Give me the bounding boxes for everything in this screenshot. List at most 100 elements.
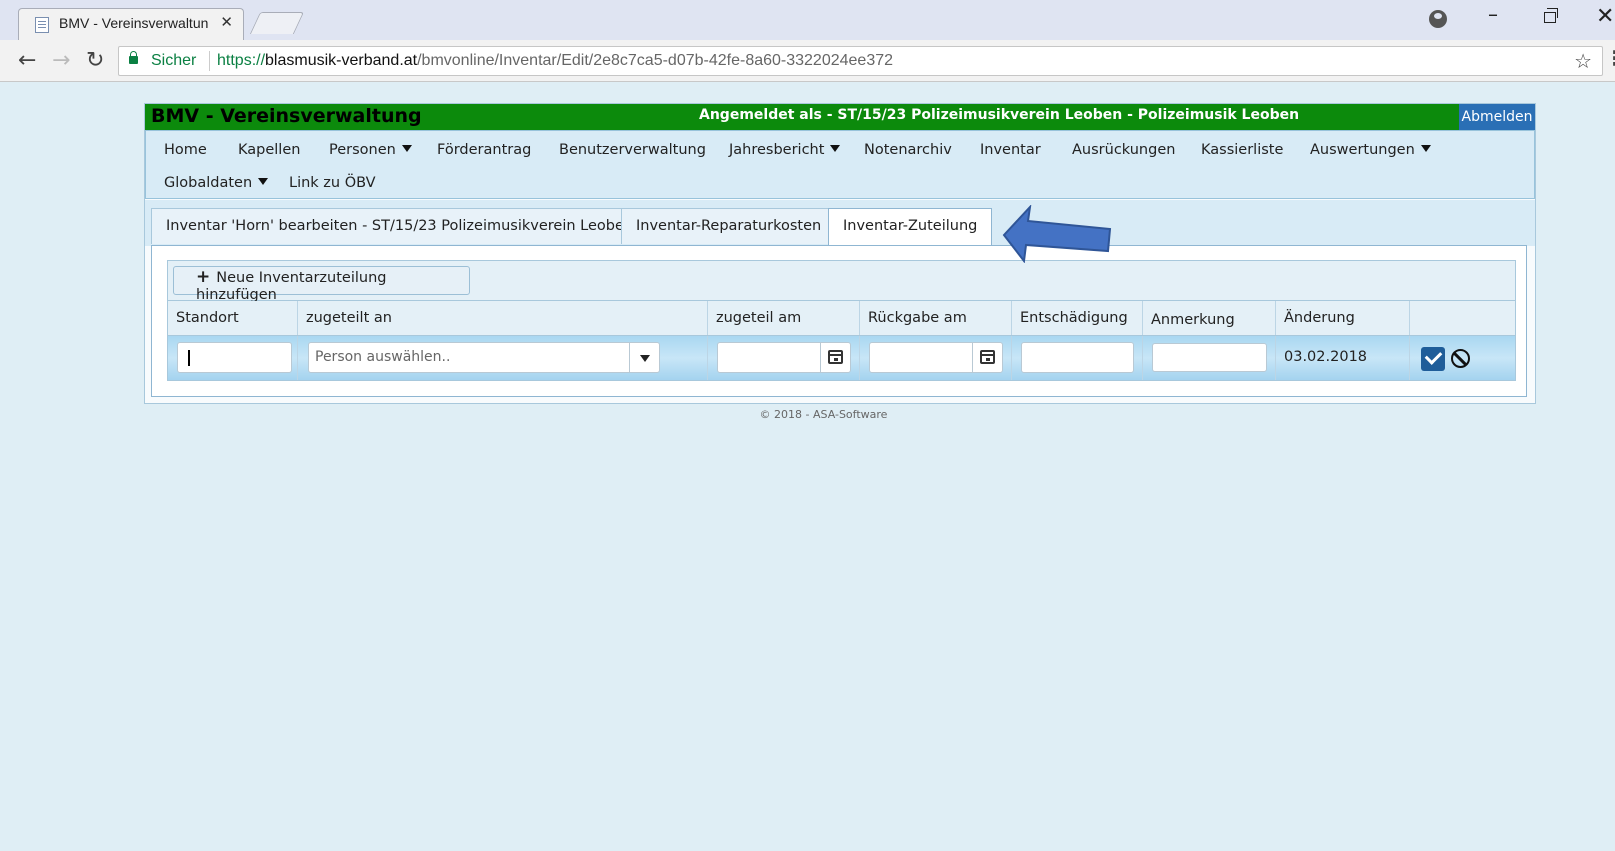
- nav-label: Ausrückungen: [1072, 142, 1176, 158]
- column-header-rueckgabe-am[interactable]: Rückgabe am: [860, 301, 1012, 335]
- nav-item-link-oebv[interactable]: Link zu ÖBV: [289, 175, 376, 191]
- chevron-down-icon: [401, 145, 412, 152]
- column-header-entschaedigung[interactable]: Entschädigung: [1012, 301, 1143, 335]
- browser-tab-title: BMV - Vereinsverwaltung: [59, 15, 209, 31]
- nav-item-personen[interactable]: Personen: [329, 142, 412, 158]
- tab-label: Inventar-Zuteilung: [843, 218, 978, 234]
- nav-label: Notenarchiv: [864, 142, 952, 158]
- cell-aenderung: 03.02.2018: [1276, 336, 1410, 380]
- text-cursor: [188, 350, 190, 366]
- nav-item-kassierliste[interactable]: Kassierliste: [1201, 142, 1283, 158]
- page-footer: © 2018 - ASA-Software: [759, 408, 888, 421]
- cell-actions: [1410, 336, 1515, 380]
- nav-item-jahresbericht[interactable]: Jahresbericht: [729, 142, 841, 158]
- column-header-aenderung[interactable]: Änderung: [1276, 301, 1410, 335]
- tab-inventar-bearbeiten[interactable]: Inventar 'Horn' bearbeiten - ST/15/23 Po…: [151, 208, 649, 244]
- aenderung-date: 03.02.2018: [1284, 349, 1368, 365]
- nav-label: Benutzerverwaltung: [559, 142, 706, 158]
- close-window-icon[interactable]: ✕: [1596, 4, 1614, 29]
- person-select-placeholder: Person auswählen..: [315, 349, 451, 365]
- calendar-icon: [980, 350, 995, 364]
- grid-edit-row: Person auswählen.. 03.02.2018: [168, 336, 1515, 380]
- add-allocation-button[interactable]: + Neue Inventarzuteilung hinzufügen: [173, 266, 470, 303]
- address-bar[interactable]: Sicher https://blasmusik-verband.at/bmvo…: [118, 46, 1603, 76]
- browser-menu-icon[interactable]: ⋮: [1605, 46, 1615, 70]
- nav-item-kapellen[interactable]: Kapellen: [238, 142, 300, 158]
- calendar-button[interactable]: [972, 343, 1002, 372]
- close-tab-icon[interactable]: ✕: [220, 13, 233, 31]
- tab-strip: Inventar 'Horn' bearbeiten - ST/15/23 Po…: [145, 200, 1535, 246]
- logout-button[interactable]: Abmelden: [1459, 104, 1535, 130]
- nav-item-notenarchiv[interactable]: Notenarchiv: [864, 142, 952, 158]
- column-header-zugeteilt-am[interactable]: zugeteil am: [708, 301, 860, 335]
- rueckgabe-am-datepicker[interactable]: [869, 342, 1003, 373]
- app-title: BMV - Vereinsverwaltung: [151, 105, 422, 127]
- calendar-button[interactable]: [820, 343, 850, 372]
- secure-label: Sicher: [151, 52, 197, 69]
- main-navigation: Home Kapellen Personen Förderantrag Benu…: [145, 130, 1535, 199]
- grid-toolbar: + Neue Inventarzuteilung hinzufügen: [168, 261, 1515, 303]
- url-separator: [209, 51, 210, 71]
- login-info: Angemeldet als - ST/15/23 Polizeimusikve…: [699, 107, 1300, 123]
- app-container: BMV - Vereinsverwaltung Angemeldet als -…: [144, 103, 1536, 404]
- chevron-down-icon: [258, 178, 269, 185]
- cell-standort: [168, 336, 298, 380]
- person-select[interactable]: Person auswählen..: [308, 342, 660, 373]
- nav-label: Globaldaten: [164, 175, 253, 191]
- cell-rueckgabe-am: [860, 336, 1012, 380]
- nav-label: Home: [164, 142, 207, 158]
- chevron-down-icon: [830, 145, 841, 152]
- annotation-arrow-icon: [1002, 205, 1112, 263]
- nav-item-ausrueckungen[interactable]: Ausrückungen: [1072, 142, 1175, 158]
- entschaedigung-input[interactable]: [1021, 342, 1134, 373]
- browser-tab[interactable]: BMV - Vereinsverwaltung ✕: [18, 8, 244, 40]
- url-host: blasmusik-verband.at: [265, 52, 418, 69]
- nav-label: Jahresbericht: [729, 142, 825, 158]
- nav-label: Personen: [329, 142, 396, 158]
- app-header: BMV - Vereinsverwaltung Angemeldet als -…: [145, 104, 1535, 130]
- bookmark-star-icon[interactable]: ☆: [1574, 49, 1592, 73]
- add-allocation-label: Neue Inventarzuteilung hinzufügen: [196, 270, 387, 303]
- tab-label: Inventar-Reparaturkosten: [636, 218, 822, 234]
- allocation-grid: + Neue Inventarzuteilung hinzufügen Stand…: [167, 260, 1516, 381]
- grid-header-row: Standort zugeteilt an zugeteil am Rückga…: [168, 301, 1515, 336]
- url-path: /bmvonline/Inventar/Edit/2e8c7ca5-d07b-4…: [417, 52, 894, 69]
- nav-item-auswertungen[interactable]: Auswertungen: [1310, 142, 1431, 158]
- tab-reparaturkosten[interactable]: Inventar-Reparaturkosten: [621, 208, 837, 244]
- back-icon[interactable]: ←: [18, 48, 36, 73]
- nav-item-globaldaten[interactable]: Globaldaten: [164, 175, 269, 191]
- nav-label: Auswertungen: [1310, 142, 1415, 158]
- nav-item-benutzerverwaltung[interactable]: Benutzerverwaltung: [559, 142, 706, 158]
- url-scheme: https://: [217, 52, 266, 69]
- chevron-down-icon[interactable]: [629, 343, 659, 372]
- cell-zugeteilt-an: Person auswählen..: [298, 336, 708, 380]
- url-text[interactable]: https://blasmusik-verband.at/bmvonline/I…: [217, 52, 893, 70]
- nav-label: Kapellen: [238, 142, 301, 158]
- forward-icon[interactable]: →: [52, 48, 70, 73]
- nav-item-home[interactable]: Home: [164, 142, 207, 158]
- browser-toolbar: ← → ↻ Sicher https://blasmusik-verband.a…: [0, 40, 1615, 82]
- nav-item-foerderantrag[interactable]: Förderantrag: [437, 142, 531, 158]
- chevron-down-icon: [1420, 145, 1431, 152]
- column-header-anmerkung[interactable]: Anmerkung: [1143, 301, 1276, 335]
- column-header-zugeteilt-an[interactable]: zugeteilt an: [298, 301, 708, 335]
- column-header-standort[interactable]: Standort: [168, 301, 298, 335]
- cancel-icon[interactable]: [1451, 349, 1470, 368]
- standort-input[interactable]: [177, 342, 292, 373]
- save-check-icon[interactable]: [1421, 347, 1445, 371]
- nav-item-inventar[interactable]: Inventar: [980, 142, 1041, 158]
- zugeteilt-am-datepicker[interactable]: [717, 342, 851, 373]
- column-header-actions: [1410, 301, 1515, 335]
- tab-zuteilung[interactable]: Inventar-Zuteilung: [828, 208, 993, 246]
- profile-icon[interactable]: [1429, 10, 1447, 28]
- nav-label: Link zu ÖBV: [289, 175, 376, 191]
- cell-zugeteilt-am: [708, 336, 860, 380]
- minimize-window-icon[interactable]: –: [1488, 2, 1498, 26]
- anmerkung-input[interactable]: [1152, 343, 1267, 372]
- page-favicon-icon: [35, 17, 49, 33]
- tab-label: Inventar 'Horn' bearbeiten - ST/15/23 Po…: [166, 218, 634, 234]
- new-tab-button[interactable]: [249, 12, 305, 34]
- restore-window-icon[interactable]: [1544, 8, 1558, 23]
- nav-label: Förderantrag: [437, 142, 532, 158]
- reload-icon[interactable]: ↻: [86, 48, 104, 73]
